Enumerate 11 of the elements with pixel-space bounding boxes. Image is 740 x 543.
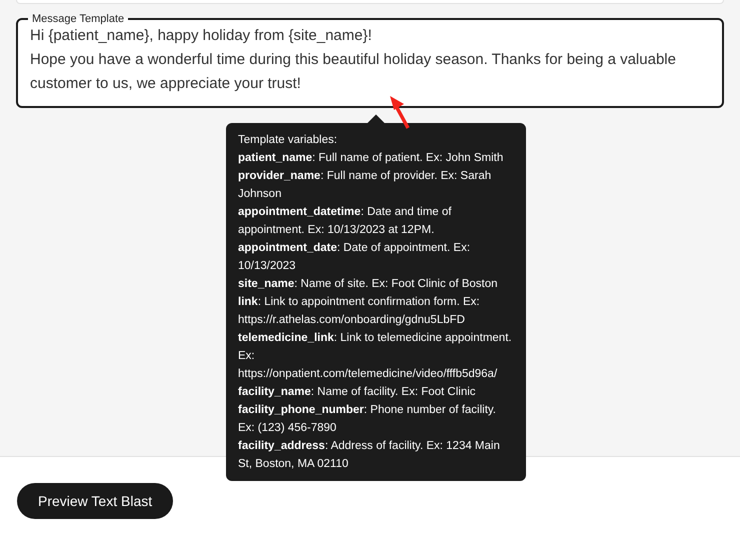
tooltip-title: Template variables: [238,133,338,148]
message-template-field[interactable] [16,11,724,108]
variable-description: appointment_datetime: Date and time of appointment. Ex: 10/13/2023 at 12PM. [238,205,452,238]
variable-description: facility_address: Address of facility. Ex: 1234 Main St, Boston, MA 02110 [238,439,501,472]
message-text: Hi {patient_name}, happy holiday from {site_name}! Hope you have a wonderful time during this beautiful holiday season. Thanks for being a valuable customer to us, we appreciate your trust! [30,26,677,94]
field-label: Message Template [31,12,126,27]
variable-description: site_name: Name of site. Ex: Foot Clinic of Boston [238,277,499,292]
variable-description: facility_name: Name of facility. Ex: Foot Clinic [238,385,477,400]
arrow-icon [388,94,412,130]
variable-description: patient_name: Full name of patient. Ex: John Smith [238,151,504,166]
preview-text-blast-button[interactable]: Preview Text Blast [17,483,174,519]
